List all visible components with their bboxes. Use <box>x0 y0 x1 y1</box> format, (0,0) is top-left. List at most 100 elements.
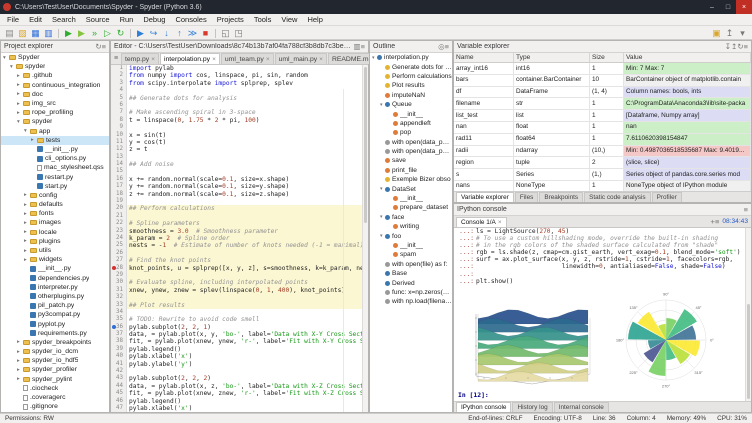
code-line[interactable]: 13 <box>111 154 368 161</box>
outline-item[interactable]: __init__ <box>370 109 452 118</box>
outline-item[interactable]: ▾face <box>370 213 452 222</box>
run-cell-icon[interactable]: ▶ <box>75 28 88 39</box>
run-file-icon[interactable]: ▶ <box>62 28 75 39</box>
close-tab-icon[interactable]: × <box>266 56 270 63</box>
code-line[interactable]: 22# Spline parameters <box>111 220 368 227</box>
column-header-type[interactable]: Type <box>514 53 590 62</box>
tree-item[interactable]: ▸doc <box>1 90 109 99</box>
step-into-icon[interactable]: ↓ <box>160 28 173 39</box>
code-line[interactable]: 11y = cos(t) <box>111 139 368 146</box>
variable-row[interactable]: regiontuple2(slice, slice) <box>454 157 751 169</box>
close-tab-icon[interactable]: × <box>498 219 502 226</box>
editor-tab[interactable]: temp.py× <box>121 53 159 64</box>
options-icon[interactable]: ≡ <box>361 42 365 51</box>
code-line[interactable]: 37data, = pylab.plot(x, y, 'bo-', label=… <box>111 331 368 338</box>
pane-tab[interactable]: Static code analysis <box>584 192 650 202</box>
code-line[interactable]: 35# TODO: Rewrite to avoid code smell <box>111 316 368 323</box>
outline-item[interactable]: writing <box>370 222 452 231</box>
parent-directory-icon[interactable]: ↥ <box>723 28 736 39</box>
tree-item[interactable]: pyplot.py <box>1 319 109 328</box>
tree-item[interactable]: pil_patch.py <box>1 301 109 310</box>
console-scrollbar-thumb[interactable] <box>747 304 750 399</box>
outline-item[interactable]: ▾Queue <box>370 100 452 109</box>
tree-item[interactable]: ▸images <box>1 218 109 227</box>
tree-item[interactable]: ▾app <box>1 127 109 136</box>
re-run-icon[interactable]: ↻ <box>114 28 127 39</box>
tree-item[interactable]: ▸widgets <box>1 255 109 264</box>
tree-item[interactable]: ▸config <box>1 191 109 200</box>
tree-item[interactable]: py3compat.py <box>1 310 109 319</box>
outline-item[interactable]: print_file <box>370 166 452 175</box>
step-over-icon[interactable]: ↪ <box>147 28 160 39</box>
breakpoint-icon[interactable] <box>112 266 116 270</box>
outline-item[interactable]: with open(data_path + output_file_n... <box>370 138 452 147</box>
code-line[interactable]: 2from numpy import cos, linspace, pi, si… <box>111 72 368 79</box>
outline-item[interactable]: spam <box>370 250 452 259</box>
debug-file-icon[interactable]: ▶ <box>134 28 147 39</box>
pane-tab[interactable]: Profiler <box>652 192 682 202</box>
stop-debug-icon[interactable]: ■ <box>199 28 212 39</box>
tree-item[interactable]: interpreter.py <box>1 283 109 292</box>
outline-item[interactable]: __init__ <box>370 194 452 203</box>
code-line[interactable]: 41pylab.ylabel('y') <box>111 361 368 368</box>
tree-item[interactable]: ▸spyder_breakpoints <box>1 338 109 347</box>
variable-row[interactable]: filenamestr1C:\ProgramData\Anaconda3\lib… <box>454 98 751 110</box>
outline-item[interactable]: Plot results <box>370 81 452 90</box>
tree-item[interactable]: mac_stylesheet.qss <box>1 163 109 172</box>
maximize-button[interactable]: □ <box>720 0 736 14</box>
tree-item[interactable]: __init__.py <box>1 145 109 154</box>
code-line[interactable]: 5## Generate dots for analysis <box>111 95 368 102</box>
variable-row[interactable]: nansNoneType1NoneType object of IPython … <box>454 181 751 191</box>
tree-item[interactable]: cli_options.py <box>1 154 109 163</box>
menu-debug[interactable]: Debug <box>138 15 170 24</box>
tree-item[interactable]: ▸defaults <box>1 200 109 209</box>
pane-tab[interactable]: IPython console <box>456 402 511 412</box>
tree-item[interactable]: ▸spyder_io_hdf5 <box>1 356 109 365</box>
variable-row[interactable]: dfDataFrame(1, 4)Column names: bools, in… <box>454 87 751 99</box>
tree-item[interactable]: ▸tests <box>1 136 109 145</box>
code-line[interactable]: 9 <box>111 124 368 131</box>
code-editor[interactable]: 1import pylab2from numpy import cos, lin… <box>111 65 368 412</box>
code-line[interactable]: 33## Plot results <box>111 302 368 309</box>
outline-item[interactable]: func: x=np.zeros(m, block=True) <box>370 288 452 297</box>
code-line[interactable]: 7# Make ascending spiral in 3-space <box>111 109 368 116</box>
tree-item[interactable]: otherplugins.py <box>1 292 109 301</box>
menu-tools[interactable]: Tools <box>249 15 277 24</box>
editor-tab[interactable]: uml_team.py× <box>221 53 274 64</box>
variable-row[interactable]: nanfloat1nan <box>454 122 751 134</box>
save-all-icon[interactable]: ▥ <box>42 28 55 39</box>
code-line[interactable]: 15 <box>111 168 368 175</box>
tree-item[interactable]: ▸continuous_integration <box>1 81 109 90</box>
browse-tabs-icon[interactable]: ≡ <box>111 53 121 65</box>
open-file-icon[interactable]: ▨ <box>16 28 29 39</box>
console-tab[interactable]: Console 1/A × <box>456 217 507 227</box>
tree-item[interactable]: ▸spyder_io_dcm <box>1 347 109 356</box>
menu-run[interactable]: Run <box>115 15 139 24</box>
code-line[interactable]: 36pylab.subplot(2, 2, 1) <box>111 324 368 331</box>
variable-row[interactable]: list_testlist1[Dataframe, Numpy array] <box>454 110 751 122</box>
step-return-icon[interactable]: ↑ <box>173 28 186 39</box>
split-editor-icon[interactable]: ▥ <box>354 42 361 51</box>
outline-item[interactable]: Perform calculations <box>370 72 452 81</box>
code-line[interactable]: 31xnew, ynew, znew = splev(linspace(0, 1… <box>111 287 368 294</box>
editor-tab[interactable]: uml_main.py× <box>275 53 327 64</box>
code-line[interactable]: 30# Evaluate spline, including interpola… <box>111 279 368 286</box>
tree-item[interactable]: start.py <box>1 182 109 191</box>
column-header-size[interactable]: Size <box>590 53 624 62</box>
code-line[interactable]: 17y += random.normal(scale=0.1, size=y.s… <box>111 183 368 190</box>
tree-item[interactable]: dependencies.py <box>1 274 109 283</box>
options-icon[interactable]: ≡ <box>102 42 106 51</box>
close-tab-icon[interactable]: × <box>319 56 323 63</box>
tree-item[interactable]: ▾spyder <box>1 62 109 71</box>
fullscreen-icon[interactable]: ◳ <box>232 28 245 39</box>
code-line[interactable]: 27# Find the knot points <box>111 257 368 264</box>
run-selection-icon[interactable]: ▷ <box>101 28 114 39</box>
code-line[interactable]: 44data, = pylab.plot(x, z, 'bo-', label=… <box>111 383 368 390</box>
menu-file[interactable]: File <box>2 15 24 24</box>
code-line[interactable]: 46pylab.legend() <box>111 398 368 405</box>
minimize-button[interactable]: – <box>704 0 720 14</box>
menu-consoles[interactable]: Consoles <box>170 15 211 24</box>
tree-item[interactable]: ▸locale <box>1 228 109 237</box>
tree-item[interactable]: .ciocheck <box>1 384 109 393</box>
tree-item[interactable]: ▾spyder <box>1 117 109 126</box>
